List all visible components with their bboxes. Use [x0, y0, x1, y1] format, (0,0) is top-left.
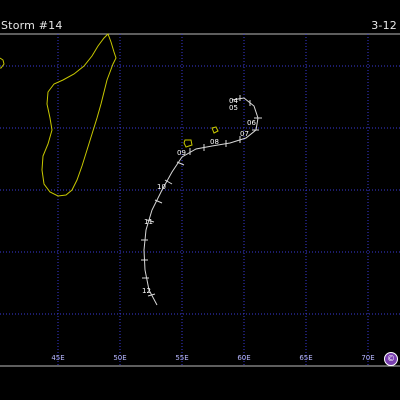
- lat-lon-grid: [0, 34, 400, 366]
- day-label-07: 07: [240, 130, 249, 138]
- madagascar-outline: [41, 33, 117, 197]
- storm-dates: 3-12: [371, 19, 397, 32]
- day-label-11: 11: [144, 218, 153, 226]
- storm-track: [141, 95, 262, 306]
- day-label-05: 05: [229, 104, 238, 112]
- day-label-06: 06: [247, 119, 256, 127]
- day-label-09: 09: [177, 149, 186, 157]
- longitude-labels: 45E 50E 55E 60E 65E 70E: [51, 354, 374, 362]
- island-small-2: [211, 126, 219, 134]
- lon-label-45e: 45E: [51, 354, 64, 362]
- day-label-12: 12: [142, 287, 151, 295]
- storm-track-map: 04 05 06 07 08 09 10 11 12 45E 50E 55E 6…: [0, 33, 400, 367]
- storm-title: Storm #14: [1, 19, 63, 32]
- lon-label-50e: 50E: [113, 354, 126, 362]
- lon-label-55e: 55E: [175, 354, 188, 362]
- lon-label-70e: 70E: [361, 354, 374, 362]
- copyright-icon: ©: [384, 352, 398, 366]
- lon-label-65e: 65E: [299, 354, 312, 362]
- land-outlines: [0, 33, 219, 197]
- island-small-1: [183, 139, 193, 148]
- day-label-10: 10: [157, 183, 166, 191]
- day-label-08: 08: [210, 138, 219, 146]
- lon-label-60e: 60E: [237, 354, 250, 362]
